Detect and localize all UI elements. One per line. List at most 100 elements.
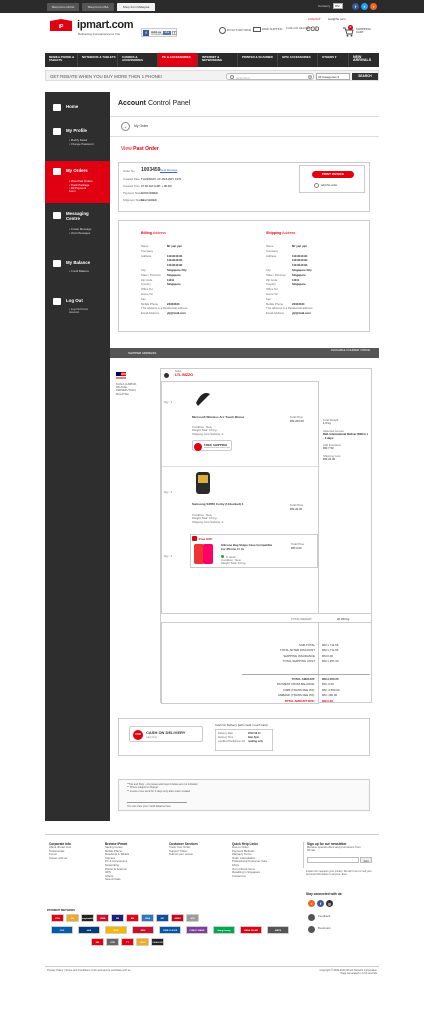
gift-name[interactable]: Silicone Bag Shape Case Compatible For i…: [221, 543, 276, 551]
tab-my-order[interactable]: My Order: [134, 124, 148, 128]
total-row: TOTAL SHIPPING COST RM 1,357.00: [282, 659, 339, 664]
category-select[interactable]: All Categories ▾: [316, 73, 350, 80]
payment-logo-icon: AMEX: [171, 914, 184, 922]
tab-shop-malaysia[interactable]: Shop from Malaysia: [117, 3, 155, 11]
page-title: Account Control Panel: [118, 100, 191, 107]
like-count: 5: [172, 31, 177, 35]
footer-link[interactable]: Submit your review: [169, 853, 224, 857]
payment-logo-icon: RHB: [105, 926, 127, 934]
item-qty: Qty : 1: [164, 400, 173, 404]
newsletter-email-input[interactable]: [307, 857, 359, 863]
credit-balance-link[interactable]: You can view your credit balance here: [127, 805, 171, 808]
tagline: Delivering Convenience to You: [78, 32, 121, 36]
cart-count-badge: 0: [348, 25, 353, 30]
nav-gps[interactable]: GPS/ ACCESSORIES: [278, 53, 318, 67]
shipper-bar: SHIPPER ADDRESS AVAILABLE COURIER / PRIC…: [110, 348, 379, 358]
join-button[interactable]: Join: [360, 857, 372, 863]
send-message-link[interactable]: Send Message: [160, 169, 177, 172]
nav-camera[interactable]: CAMERA & ACCESSORIES: [118, 53, 158, 67]
cod-icon: COD: [133, 730, 143, 740]
payment-logo-icon: MB: [91, 938, 104, 946]
sidebar-sub-fill-payment[interactable]: • Fill Payment Form: [69, 186, 89, 193]
sidebar-sub-change-password[interactable]: • Change Password: [69, 142, 94, 146]
cod-badge: COD CASH ON DELIVERY Cash Only: [129, 726, 203, 742]
item-qty: Qty : 1: [164, 490, 173, 494]
clear-icon[interactable]: ×: [308, 75, 312, 79]
nav-others[interactable]: OTHERS ▾: [318, 53, 349, 67]
footer-link[interactable]: Career with us: [49, 856, 99, 861]
invoice-box: PRINT INVOICE add this order: [299, 165, 365, 193]
rebate-text: GET REBATE WHEN YOU BUY MORE THEN 1 PHON…: [50, 74, 163, 79]
order-number: 1003459: [141, 167, 161, 173]
payment-logo-icon: CASH ON DELIVERY: [151, 938, 164, 952]
print-invoice-button[interactable]: PRINT INVOICE: [312, 171, 354, 178]
chevron-down-icon[interactable]: ⌄: [121, 122, 130, 131]
shopping-cart[interactable]: 0 SHOPPING CART: [342, 25, 378, 39]
svg-text:iP: iP: [59, 24, 64, 30]
facebook-icon[interactable]: f: [352, 3, 359, 10]
nav-mobile-phone[interactable]: MOBILE PHONE & TABLETS: [45, 53, 78, 67]
logout-link[interactable]: LOGOUT: [308, 17, 321, 21]
address-row: Email Address yiji@mail.com: [266, 311, 311, 316]
payment-logo-icon: CASH: [136, 938, 149, 946]
nav-printer[interactable]: PRINTER & SCANNER: [238, 53, 278, 67]
nav-pc-accessories[interactable]: PC & ACCESSORIES: [158, 53, 198, 67]
payment-logo-icon: MEPS: [267, 926, 289, 934]
sidebar-sub-logout[interactable]: • Log Out From Account: [69, 307, 89, 314]
tab-shop-china[interactable]: Shop from ChinA: [47, 3, 79, 11]
free-shipping-badge: FREE SHIPPING: [253, 27, 287, 32]
item-name[interactable]: Samsung S3650 Corby (Unlocked) 4: [192, 502, 252, 506]
add-review-link[interactable]: add this order: [321, 184, 337, 187]
payment-logo-icon: BANK ISLAM: [240, 926, 262, 934]
sidebar-sub-view-messages[interactable]: • View Messages: [69, 231, 90, 235]
notes-box: **Tax and Duty - Any taxes and import du…: [118, 779, 370, 811]
payment-logo-icon: PUBLIC BANK: [186, 926, 208, 934]
rss-icon[interactable]: r: [308, 900, 315, 907]
sidebar-item-orders[interactable]: My Orders • View Past Orders • Track Pac…: [45, 161, 110, 203]
bookmark-icon[interactable]: [308, 926, 315, 933]
review-icon: [314, 183, 319, 188]
search-input[interactable]: Searching ×: [226, 73, 314, 80]
facebook-like-box[interactable]: f Add us on Facebook Like 5: [141, 28, 177, 37]
payment-logo-icon: POS: [51, 914, 64, 922]
newsletter: Sign up for our newsletter Receive speci…: [303, 842, 377, 868]
cod-icon: COD: [306, 27, 320, 33]
section-title: View Past Order: [121, 146, 159, 152]
twitter-icon[interactable]: t: [361, 3, 368, 10]
tab-shop-usa[interactable]: Shop from USA: [82, 3, 114, 11]
item-name[interactable]: Microsoft Wireless Arc Touch Mouse: [192, 415, 247, 419]
facebook-icon[interactable]: f: [317, 900, 324, 907]
bottom-links[interactable]: Privacy Policy | Terms and Conditions | …: [47, 969, 130, 973]
phone-image: [196, 472, 210, 494]
feedback-icon[interactable]: [308, 914, 315, 921]
order-info-box: Order No 1003459 Send Message Created Da…: [118, 162, 370, 212]
delivery-details: Delivery Date 2012-06-11 Delivery Time 9am-…: [215, 729, 273, 751]
bookmark-link[interactable]: Bookmark: [318, 926, 331, 931]
sidebar-sub-credit-balance[interactable]: • Credit Balance: [69, 269, 89, 273]
total-weight-row: TOTAL WEIGHT: 20.034 kg: [160, 613, 372, 623]
address-row: Email Address yiji@mail.com: [141, 311, 186, 316]
footer-link[interactable]: Contact Us: [232, 874, 297, 879]
feedback-link[interactable]: Feedback: [318, 914, 330, 919]
orders-icon: [53, 168, 61, 175]
gift-icon: [192, 536, 197, 541]
search-button[interactable]: SEARCH: [352, 73, 378, 80]
case-image: [203, 544, 213, 564]
payment-logo-icon: TT: [121, 938, 134, 946]
item-details: Condition : New Weight Total: 0.6 kg Shipp…: [192, 513, 224, 524]
brand-name: ipmart.com: [77, 19, 134, 31]
home-icon: [53, 104, 61, 111]
nav-notebook[interactable]: NOTEBOOK & TABLETS: [78, 53, 118, 67]
nav-new-arrivals[interactable]: NEW ARRIVALS: [349, 53, 379, 67]
free-shipping-badge: FREE SHIPPING minimum purchase worth for…: [192, 440, 232, 451]
rss-icon[interactable]: r: [370, 3, 377, 10]
billing-heading: Billing Address: [141, 231, 166, 235]
shipper-address: KUALA LUMPUR, WILAYAH PERSEKUTUAN, MALAY…: [116, 383, 137, 396]
like-button[interactable]: Like: [163, 31, 171, 35]
google-plus-icon[interactable]: g: [326, 900, 333, 907]
ipmart-logo-icon[interactable]: iP: [47, 19, 75, 33]
nav-internet[interactable]: INTERNET & NETWORKING: [198, 53, 238, 67]
payment-logo-icon: COD: [106, 938, 119, 946]
footer-link[interactable]: New Arrivals: [105, 878, 160, 882]
currency-select[interactable]: RM ▾: [333, 3, 343, 13]
